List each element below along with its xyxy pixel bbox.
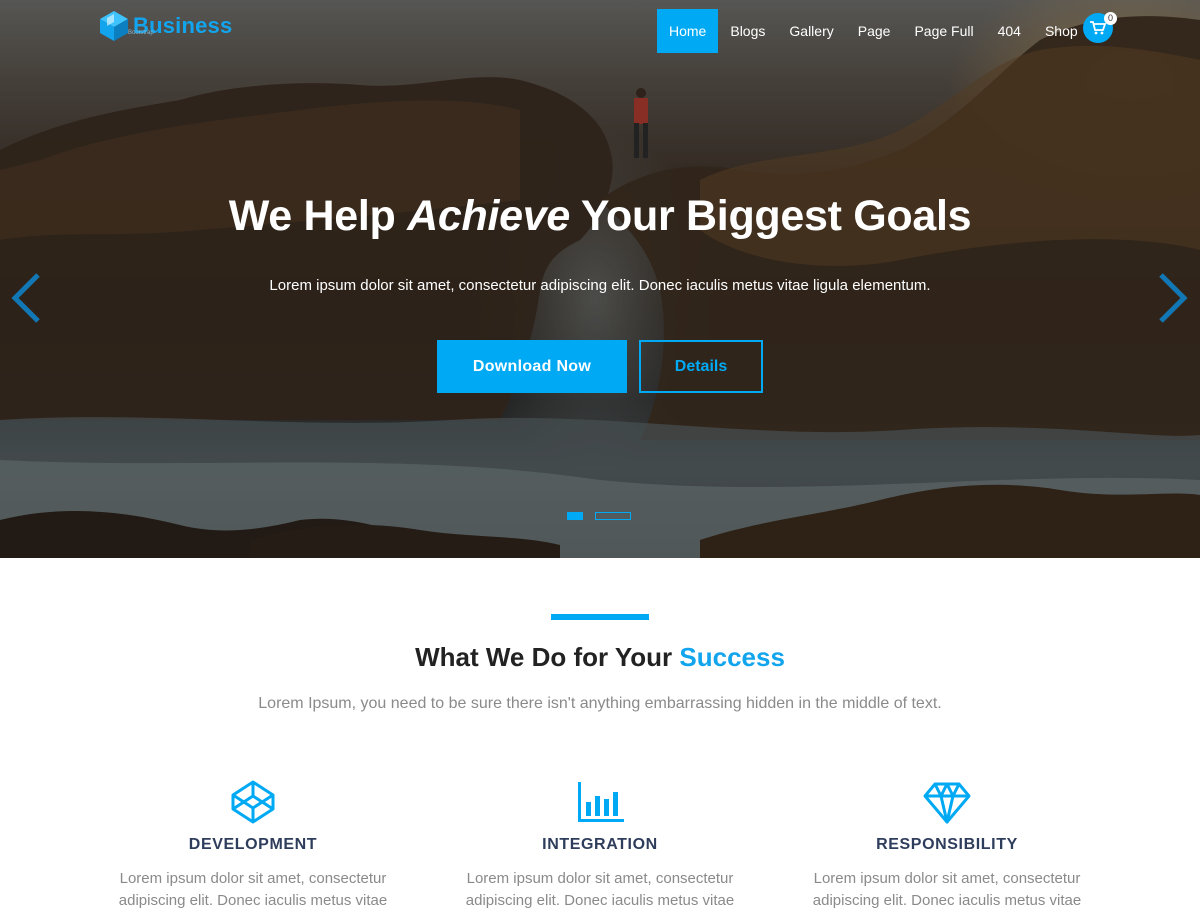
feature-responsibility: RESPONSIBILITY Lorem ipsum dolor sit ame…: [797, 778, 1097, 912]
cube-logo-icon: [100, 11, 128, 41]
slider-pagination: [567, 512, 631, 520]
slider-dot-1[interactable]: [567, 512, 583, 520]
details-button[interactable]: Details: [639, 340, 763, 393]
nav-item-page[interactable]: Page: [846, 9, 903, 53]
feature-title: INTEGRATION: [542, 836, 658, 853]
nav-item-404[interactable]: 404: [986, 9, 1033, 53]
download-now-button[interactable]: Download Now: [437, 340, 627, 393]
section-title-pre: What We Do for Your: [415, 642, 680, 672]
hero-title-post: Your Biggest Goals: [569, 192, 972, 240]
hero-title-pre: We Help: [228, 192, 408, 240]
brand-tagline: Bootstrap: [128, 30, 154, 36]
slider-dot-2[interactable]: [595, 512, 631, 520]
nav-item-page-full[interactable]: Page Full: [902, 9, 985, 53]
section-title-highlight: Success: [679, 642, 785, 672]
hero-title: We Help Achieve Your Biggest Goals: [0, 192, 1200, 241]
diamond-icon: [923, 782, 971, 824]
chevron-left-icon[interactable]: [10, 272, 42, 324]
hero-title-emphasis: Achieve: [407, 192, 570, 240]
feature-text: Lorem ipsum dolor sit amet, consectetur …: [118, 870, 388, 909]
main-nav: Home Blogs Gallery Page Page Full 404 Sh…: [657, 9, 1090, 53]
nav-item-home[interactable]: Home: [657, 9, 719, 53]
nav-item-gallery[interactable]: Gallery: [777, 9, 845, 53]
nav-item-blogs[interactable]: Blogs: [718, 9, 777, 53]
codepen-cube-icon: [231, 780, 275, 824]
cart-count-badge: 0: [1104, 12, 1117, 25]
feature-text: Lorem ipsum dolor sit amet, consectetur …: [465, 870, 735, 909]
feature-title: RESPONSIBILITY: [876, 836, 1018, 853]
section-subtitle: Lorem Ipsum, you need to be sure there i…: [258, 695, 942, 712]
brand-logo[interactable]: Business: [98, 9, 232, 43]
feature-title: DEVELOPMENT: [188, 836, 318, 853]
feature-integration: INTEGRATION Lorem ipsum dolor sit amet, …: [450, 778, 750, 912]
section-title: What We Do for Your Success: [0, 642, 1200, 673]
section-divider: [551, 614, 649, 620]
chevron-right-icon[interactable]: [1157, 272, 1189, 324]
feature-development: DEVELOPMENT Lorem ipsum dolor sit amet, …: [103, 778, 403, 912]
shopping-cart-icon: [1090, 21, 1106, 35]
bar-chart-icon: [578, 782, 624, 822]
nav-item-shop[interactable]: Shop: [1033, 9, 1090, 53]
feature-text: Lorem ipsum dolor sit amet, consectetur …: [812, 870, 1082, 909]
hero-subtitle: Lorem ipsum dolor sit amet, consectetur …: [269, 277, 931, 294]
